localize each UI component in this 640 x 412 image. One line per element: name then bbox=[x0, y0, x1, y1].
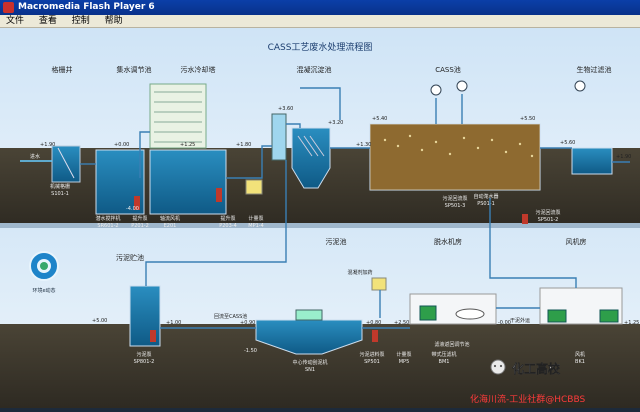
process-diagram: CASS工艺废水处理流程图 格栅井 集水调节池 污水冷却塔 混凝沉淀池 CASS… bbox=[0, 28, 640, 408]
pam-tank bbox=[371, 277, 387, 291]
label-filtrate: 滤液返回调节池 bbox=[434, 341, 469, 348]
menu-file[interactable]: 文件 bbox=[0, 15, 30, 27]
elev-e6: +3.60 bbox=[278, 106, 293, 112]
elev-e1: +1.90 bbox=[40, 142, 55, 148]
label-return-pump: 污泥回流泵 bbox=[442, 195, 467, 202]
label-sludge-pump: 污泥回流泵 bbox=[535, 209, 560, 216]
watermark-badge-text: 化工高校 bbox=[512, 361, 561, 376]
elev-e2: +0.00 bbox=[114, 142, 129, 148]
heading-blower: 风机房 bbox=[566, 237, 587, 246]
elev-e4: +1.25 bbox=[180, 142, 195, 148]
label-storage-pump: 污泥泵 bbox=[136, 351, 151, 358]
heading-sludge-storage: 污泥贮池 bbox=[116, 253, 144, 262]
label-grid-machine: 机械格栅 bbox=[50, 183, 70, 190]
biofilter-tank bbox=[571, 147, 613, 175]
coag-mixing-column bbox=[271, 113, 287, 161]
menu-control[interactable]: 控制 bbox=[66, 15, 96, 27]
window-title: Macromedia Flash Player 6 bbox=[18, 2, 155, 12]
blower-unit-2 bbox=[599, 309, 619, 323]
label-fan-code: E201 bbox=[164, 223, 177, 229]
elev-e8: +1.30 bbox=[356, 142, 371, 148]
label-scraper: 中心传动刮泥机 bbox=[292, 359, 327, 366]
elev-e11: +5.60 bbox=[560, 140, 575, 146]
heading-biofilter: 生物过滤池 bbox=[577, 65, 612, 74]
label-press: 带式压滤机 bbox=[431, 351, 456, 358]
label-dewater-pump-code: SP501 bbox=[364, 359, 380, 365]
label-scraper-code: SN1 bbox=[305, 367, 315, 373]
label-dewater-pump: 污泥进料泵 bbox=[359, 351, 384, 358]
label-mixer-code: SR601-2 bbox=[97, 223, 118, 229]
blower-unit-1 bbox=[547, 309, 567, 323]
dewater-pump-graphic bbox=[372, 330, 378, 342]
elev-e5: +1.80 bbox=[236, 142, 251, 148]
window-titlebar: Macromedia Flash Player 6 bbox=[0, 0, 640, 15]
pump-p203-graphic bbox=[216, 188, 222, 202]
storage-pump-graphic bbox=[150, 330, 156, 342]
elev-e25: +1.25 bbox=[624, 320, 639, 326]
elev-e13: +5.00 bbox=[92, 318, 107, 324]
label-meter3-code: MP5 bbox=[399, 359, 410, 365]
elev-e23: -0.00 bbox=[498, 320, 511, 326]
heading-cooling-tower: 污水冷却塔 bbox=[181, 65, 216, 74]
watermark-footer-text: 化海川流-工业社群@HCBBS bbox=[470, 393, 585, 405]
label-sludge-code: SP501-2 bbox=[538, 217, 559, 223]
heading-cass: CASS池 bbox=[435, 65, 461, 74]
elev-e9: +5.40 bbox=[372, 116, 387, 122]
thickener-drive bbox=[295, 309, 323, 321]
elev-e3: -4.00 bbox=[126, 206, 139, 212]
panel-divider bbox=[0, 223, 640, 228]
elev-e12: +1.90 bbox=[616, 154, 631, 160]
dosing-tank bbox=[245, 179, 263, 195]
label-pump-p203-code: P203-4 bbox=[219, 223, 237, 229]
label-pump-p203: 提升泵 bbox=[220, 215, 235, 222]
flash-logo-icon bbox=[3, 2, 14, 13]
label-metering-code: MP1-4 bbox=[248, 223, 264, 229]
menu-help[interactable]: 帮助 bbox=[99, 15, 129, 27]
elev-e19: +0.80 bbox=[366, 320, 381, 326]
heading-equalization: 集水调节池 bbox=[117, 65, 152, 74]
label-return-code: SP501-3 bbox=[445, 203, 466, 209]
label-lift-code: P201-2 bbox=[131, 223, 149, 229]
belt-roller bbox=[455, 308, 485, 320]
label-decanter-code: PS01-1 bbox=[477, 201, 495, 207]
environment-logo-icon bbox=[29, 251, 59, 281]
menu-view[interactable]: 查看 bbox=[33, 15, 63, 27]
label-dry-sludge: 干泥外运 bbox=[510, 317, 530, 324]
belt-press bbox=[419, 305, 437, 321]
heading-dewater: 脱水机房 bbox=[434, 237, 462, 246]
label-fan: 轴流风机 bbox=[160, 215, 180, 222]
flash-stage: CASS工艺废水处理流程图 格栅井 集水调节池 污水冷却塔 混凝沉淀池 CASS… bbox=[0, 28, 640, 408]
diagram-title: CASS工艺废水处理流程图 bbox=[268, 41, 373, 53]
heading-grid-well: 格栅井 bbox=[52, 65, 73, 74]
label-metering-pump: 计量泵 bbox=[248, 215, 263, 222]
label-inlet: 进水 bbox=[30, 153, 40, 160]
label-lift-pump: 提升泵 bbox=[132, 215, 147, 222]
elev-e14: +1.00 bbox=[166, 320, 181, 326]
logo-caption: 环境e动态 bbox=[32, 287, 55, 294]
elev-e22: +2.50 bbox=[394, 320, 409, 326]
label-mixer: 潜水搅拌机 bbox=[95, 215, 120, 222]
label-grid-code: S101-1 bbox=[51, 191, 69, 197]
label-press-code: BM1 bbox=[439, 359, 450, 365]
label-decanter: 自动滗水器 bbox=[473, 193, 498, 200]
elev-e17: -1.50 bbox=[244, 348, 257, 354]
label-meter3: 计量泵 bbox=[396, 351, 411, 358]
label-storage-pump-code: SP801-2 bbox=[134, 359, 155, 365]
heading-coag-settle: 混凝沉淀池 bbox=[297, 65, 332, 74]
label-cass-pipe: 回流至CASS池 bbox=[214, 313, 247, 320]
elev-e10: +5.50 bbox=[520, 116, 535, 122]
sludge-pump-graphic bbox=[522, 214, 528, 224]
heading-sludge-tank: 污泥池 bbox=[326, 237, 347, 246]
cass-sludge-overlay bbox=[370, 124, 540, 190]
elev-e15: +0.90 bbox=[240, 320, 255, 326]
elev-e7: +3.20 bbox=[328, 120, 343, 126]
cooling-tower-body bbox=[149, 83, 207, 149]
cooling-basin bbox=[149, 149, 227, 215]
label-pam-tank: 混凝剂加药 bbox=[347, 269, 372, 276]
menu-bar: 文件 查看 控制 帮助 bbox=[0, 15, 640, 28]
